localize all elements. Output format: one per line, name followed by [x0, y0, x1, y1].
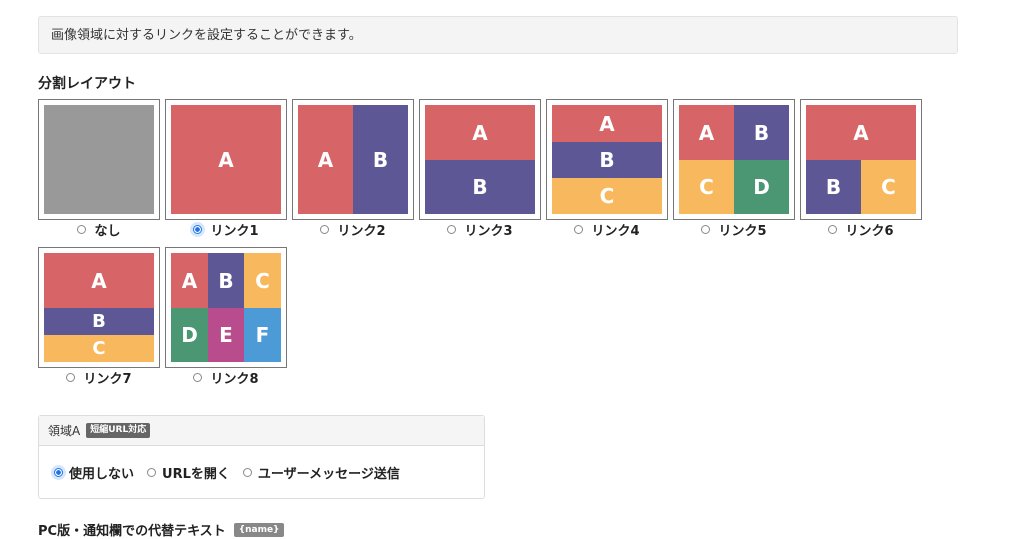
region-f: F [244, 308, 281, 362]
info-box: 画像領域に対するリンクを設定することができます。 [38, 16, 958, 54]
area-a-panel: 領域A 短縮URL対応 使用しない URLを開く ユーザーメッセージ送信 [38, 415, 485, 499]
layout-thumbnail[interactable]: A B C D E F [165, 247, 287, 368]
region-a: A [806, 105, 916, 160]
panel-body: 使用しない URLを開く ユーザーメッセージ送信 [39, 446, 484, 498]
layout-option-label: リンク3 [464, 223, 513, 239]
layout-option-label: リンク7 [83, 371, 132, 387]
region-a: A [679, 105, 734, 160]
layout-radio-row[interactable]: リンク5 [673, 219, 795, 239]
layout-option-label: リンク4 [591, 223, 640, 239]
option-no-use[interactable]: 使用しない [54, 463, 134, 482]
radio-button-selected[interactable] [54, 467, 63, 477]
radio-button-selected[interactable] [193, 224, 203, 234]
option-send-user-message[interactable]: ユーザーメッセージ送信 [242, 463, 400, 482]
layout-option-label: リンク8 [210, 371, 259, 387]
region-a: A [171, 253, 208, 308]
name-variable-badge: {name} [233, 522, 285, 537]
region-b: B [806, 160, 861, 214]
option-label: ユーザーメッセージ送信 [257, 466, 400, 482]
layout-thumbnail[interactable]: A B C [800, 99, 922, 220]
radio-button[interactable] [147, 467, 157, 477]
option-label: URLを開く [162, 466, 230, 482]
radio-button[interactable] [320, 224, 330, 234]
layout-thumbnail[interactable]: A B C [546, 99, 668, 220]
option-label: 使用しない [69, 466, 135, 482]
region-a: A [552, 105, 662, 142]
alt-text-title: PC版・通知欄での代替テキスト [38, 524, 226, 539]
radio-button[interactable] [828, 224, 838, 234]
layout-thumbnail[interactable] [38, 99, 160, 220]
layout-radio-row[interactable]: リンク2 [292, 219, 414, 239]
region-empty [44, 105, 154, 214]
region-d: D [171, 308, 208, 362]
layout-option-label: リンク5 [718, 223, 767, 239]
layout-option-label: リンク1 [210, 223, 259, 239]
panel-title: 領域A [48, 424, 81, 438]
region-a: A [171, 105, 281, 214]
region-b: B [44, 308, 154, 335]
region-c: C [679, 160, 734, 214]
region-c: C [244, 253, 281, 308]
info-text: 画像領域に対するリンクを設定することができます。 [51, 28, 362, 43]
region-b: B [425, 160, 535, 214]
region-e: E [208, 308, 244, 362]
layout-radio-row[interactable]: リンク3 [419, 219, 541, 239]
panel-header: 領域A 短縮URL対応 [39, 416, 484, 446]
layout-thumbnail[interactable]: A [165, 99, 287, 220]
region-b: B [734, 105, 789, 160]
region-d: D [734, 160, 789, 214]
layout-thumbnail[interactable]: A B [419, 99, 541, 220]
region-a: A [425, 105, 535, 160]
layout-option-link4[interactable]: A B C リンク4 [546, 99, 668, 240]
region-a: A [298, 105, 353, 214]
layout-option-link8[interactable]: A B C D E F リンク8 [165, 247, 287, 388]
layout-option-label: なし [94, 223, 121, 239]
layout-option-link3[interactable]: A B リンク3 [419, 99, 541, 240]
layout-grid: なし A リンク1 A B リンク2 A B リンク3 A B C リンク4 A… [38, 99, 938, 389]
radio-button[interactable] [447, 224, 457, 234]
option-open-url[interactable]: URLを開く [147, 463, 230, 482]
layout-option-none[interactable]: なし [38, 99, 160, 240]
region-c: C [861, 160, 916, 214]
layout-option-label: リンク2 [337, 223, 386, 239]
region-b: B [208, 253, 244, 308]
layout-option-link7[interactable]: A B C リンク7 [38, 247, 160, 388]
layout-radio-row[interactable]: なし [38, 219, 160, 239]
radio-button[interactable] [242, 467, 252, 477]
radio-button[interactable] [574, 224, 584, 234]
layout-option-link6[interactable]: A B C リンク6 [800, 99, 922, 240]
layout-radio-row[interactable]: リンク4 [546, 219, 668, 239]
layout-thumbnail[interactable]: A B C D [673, 99, 795, 220]
layout-option-link5[interactable]: A B C D リンク5 [673, 99, 795, 240]
layout-thumbnail[interactable]: A B C [38, 247, 160, 368]
layout-option-link2[interactable]: A B リンク2 [292, 99, 414, 240]
layout-radio-row[interactable]: リンク7 [38, 367, 160, 387]
region-b: B [353, 105, 408, 214]
region-c: C [44, 335, 154, 362]
radio-button[interactable] [193, 372, 203, 382]
region-a: A [44, 253, 154, 308]
alt-text-section-title: PC版・通知欄での代替テキスト {name} [38, 520, 285, 539]
radio-button[interactable] [66, 372, 76, 382]
layout-radio-row[interactable]: リンク1 [165, 219, 287, 239]
radio-button[interactable] [701, 224, 711, 234]
layout-option-label: リンク6 [845, 223, 894, 239]
layout-radio-row[interactable]: リンク6 [800, 219, 922, 239]
layout-thumbnail[interactable]: A B [292, 99, 414, 220]
layout-section-title: 分割レイアウト [38, 76, 136, 92]
layout-option-link1[interactable]: A リンク1 [165, 99, 287, 240]
radio-button[interactable] [77, 224, 87, 234]
layout-radio-row[interactable]: リンク8 [165, 367, 287, 387]
short-url-badge: 短縮URL対応 [86, 423, 151, 438]
region-b: B [552, 142, 662, 178]
region-c: C [552, 178, 662, 214]
